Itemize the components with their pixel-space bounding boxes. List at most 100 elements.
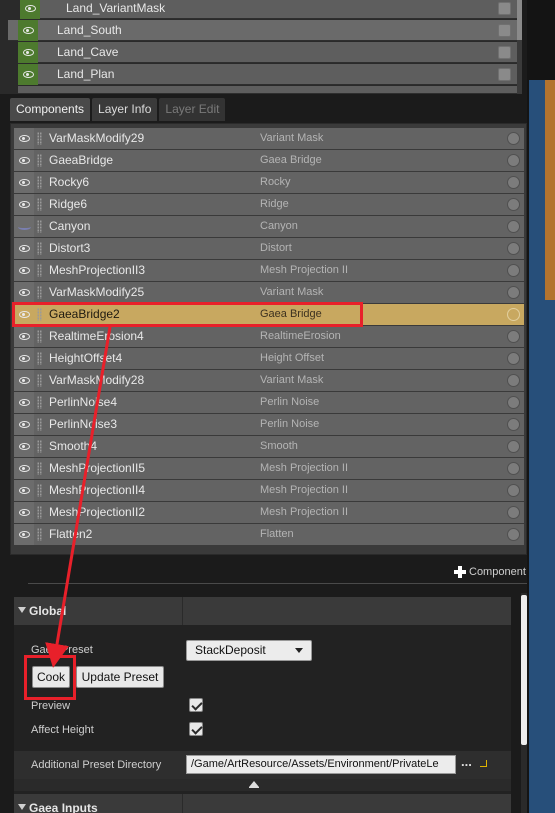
drag-handle-icon[interactable] [37, 242, 42, 255]
add-component-button[interactable]: Component [454, 565, 526, 579]
eye-icon[interactable] [14, 458, 34, 479]
tab-components[interactable]: Components [10, 98, 91, 121]
status-dot-icon[interactable] [507, 484, 520, 497]
eye-icon[interactable] [14, 172, 34, 193]
component-row[interactable]: PerlinNoise4 Perlin Noise [14, 392, 524, 413]
status-dot-icon[interactable] [507, 440, 520, 453]
eye-icon[interactable] [14, 128, 34, 149]
eye-icon[interactable] [14, 348, 34, 369]
status-dot-icon[interactable] [507, 308, 520, 321]
status-dot-icon[interactable] [507, 176, 520, 189]
layer-item[interactable]: Land_Plan [18, 64, 517, 85]
component-row[interactable]: MeshProjectionII2 Mesh Projection II [14, 502, 524, 523]
eye-icon[interactable] [14, 524, 34, 545]
component-row[interactable]: Canyon Canyon [14, 216, 524, 237]
gaea-inputs-section-header[interactable]: Gaea Inputs [14, 794, 511, 813]
status-dot-icon[interactable] [507, 462, 520, 475]
drag-handle-icon[interactable] [37, 330, 42, 343]
layer-item[interactable]: Land_Cave [18, 42, 517, 63]
eye-icon[interactable] [14, 282, 34, 303]
eye-icon[interactable] [14, 370, 34, 391]
eye-icon[interactable] [20, 0, 40, 19]
global-section-header[interactable]: Global [14, 597, 511, 625]
component-row[interactable]: GaeaBridge Gaea Bridge [14, 150, 524, 171]
status-dot-icon[interactable] [507, 396, 520, 409]
status-dot-icon[interactable] [507, 352, 520, 365]
eye-icon[interactable] [14, 392, 34, 413]
component-row[interactable]: VarMaskModify28 Variant Mask [14, 370, 524, 391]
status-dot-icon[interactable] [507, 242, 520, 255]
component-row[interactable]: GaeaBridge2 Gaea Bridge [14, 304, 524, 325]
drag-handle-icon[interactable] [37, 286, 42, 299]
status-dot-icon[interactable] [507, 264, 520, 277]
drag-handle-icon[interactable] [37, 220, 42, 233]
drag-handle-icon[interactable] [37, 506, 42, 519]
component-row[interactable]: RealtimeErosion4 RealtimeErosion [14, 326, 524, 347]
component-row[interactable]: Distort3 Distort [14, 238, 524, 259]
drag-handle-icon[interactable] [37, 176, 42, 189]
component-row[interactable]: MeshProjectionII5 Mesh Projection II [14, 458, 524, 479]
preview-checkbox[interactable] [189, 698, 203, 712]
eye-icon[interactable] [14, 502, 34, 523]
layer-item[interactable]: Land_VariantMask [20, 0, 517, 19]
component-row[interactable]: Smooth4 Smooth [14, 436, 524, 457]
eye-icon[interactable] [14, 326, 34, 347]
eye-icon[interactable] [14, 238, 34, 259]
component-row[interactable]: Ridge6 Ridge [14, 194, 524, 215]
status-dot-icon[interactable] [507, 330, 520, 343]
status-dot-icon[interactable] [507, 154, 520, 167]
eye-icon[interactable] [18, 20, 38, 41]
browse-button[interactable]: ... [461, 754, 472, 769]
drag-handle-icon[interactable] [37, 440, 42, 453]
layer-item-partial[interactable] [18, 86, 517, 94]
status-dot-icon[interactable] [507, 374, 520, 387]
drag-handle-icon[interactable] [37, 352, 42, 365]
eye-icon[interactable] [14, 414, 34, 435]
component-row[interactable]: HeightOffset4 Height Offset [14, 348, 524, 369]
status-dot-icon[interactable] [507, 528, 520, 541]
drag-handle-icon[interactable] [37, 462, 42, 475]
scrollbar-thumb[interactable] [517, 0, 522, 40]
component-row[interactable]: PerlinNoise3 Perlin Noise [14, 414, 524, 435]
cook-button[interactable]: Cook [32, 666, 70, 688]
drag-handle-icon[interactable] [37, 198, 42, 211]
gaea-preset-dropdown[interactable]: StackDeposit [186, 640, 312, 661]
status-dot-icon[interactable] [507, 220, 520, 233]
eye-icon[interactable] [18, 42, 38, 63]
eye-icon[interactable] [14, 150, 34, 171]
tab-layer-info[interactable]: Layer Info [92, 98, 158, 121]
preset-directory-field[interactable]: /Game/ArtResource/Assets/Environment/Pri… [186, 755, 456, 774]
update-preset-button[interactable]: Update Preset [76, 666, 164, 688]
drag-handle-icon[interactable] [37, 374, 42, 387]
status-dot-icon[interactable] [507, 506, 520, 519]
eye-icon[interactable] [14, 436, 34, 457]
eye-icon[interactable] [14, 480, 34, 501]
affect-height-checkbox[interactable] [189, 722, 203, 736]
eye-hidden-icon[interactable] [14, 216, 34, 237]
layer-list-scrollbar[interactable] [517, 0, 522, 94]
status-dot-icon[interactable] [507, 132, 520, 145]
status-dot-icon[interactable] [507, 198, 520, 211]
status-dot-icon[interactable] [507, 286, 520, 299]
status-dot-icon[interactable] [507, 418, 520, 431]
component-row[interactable]: Flatten2 Flatten [14, 524, 524, 545]
eye-icon[interactable] [18, 64, 38, 85]
component-row[interactable]: MeshProjectionII4 Mesh Projection II [14, 480, 524, 501]
eye-icon[interactable] [14, 260, 34, 281]
eye-icon[interactable] [14, 304, 34, 325]
drag-handle-icon[interactable] [37, 132, 42, 145]
drag-handle-icon[interactable] [37, 528, 42, 541]
layer-item[interactable]: Land_South [8, 20, 517, 41]
drag-handle-icon[interactable] [37, 308, 42, 321]
drag-handle-icon[interactable] [37, 418, 42, 431]
drag-handle-icon[interactable] [37, 396, 42, 409]
reset-arrow-icon[interactable] [480, 760, 487, 767]
eye-icon[interactable] [14, 194, 34, 215]
advanced-expand-bar[interactable] [14, 779, 511, 791]
component-row[interactable]: VarMaskModify29 Variant Mask [14, 128, 524, 149]
drag-handle-icon[interactable] [37, 264, 42, 277]
component-row[interactable]: VarMaskModify25 Variant Mask [14, 282, 524, 303]
component-row[interactable]: Rocky6 Rocky [14, 172, 524, 193]
component-row[interactable]: MeshProjectionII3 Mesh Projection II [14, 260, 524, 281]
drag-handle-icon[interactable] [37, 154, 42, 167]
